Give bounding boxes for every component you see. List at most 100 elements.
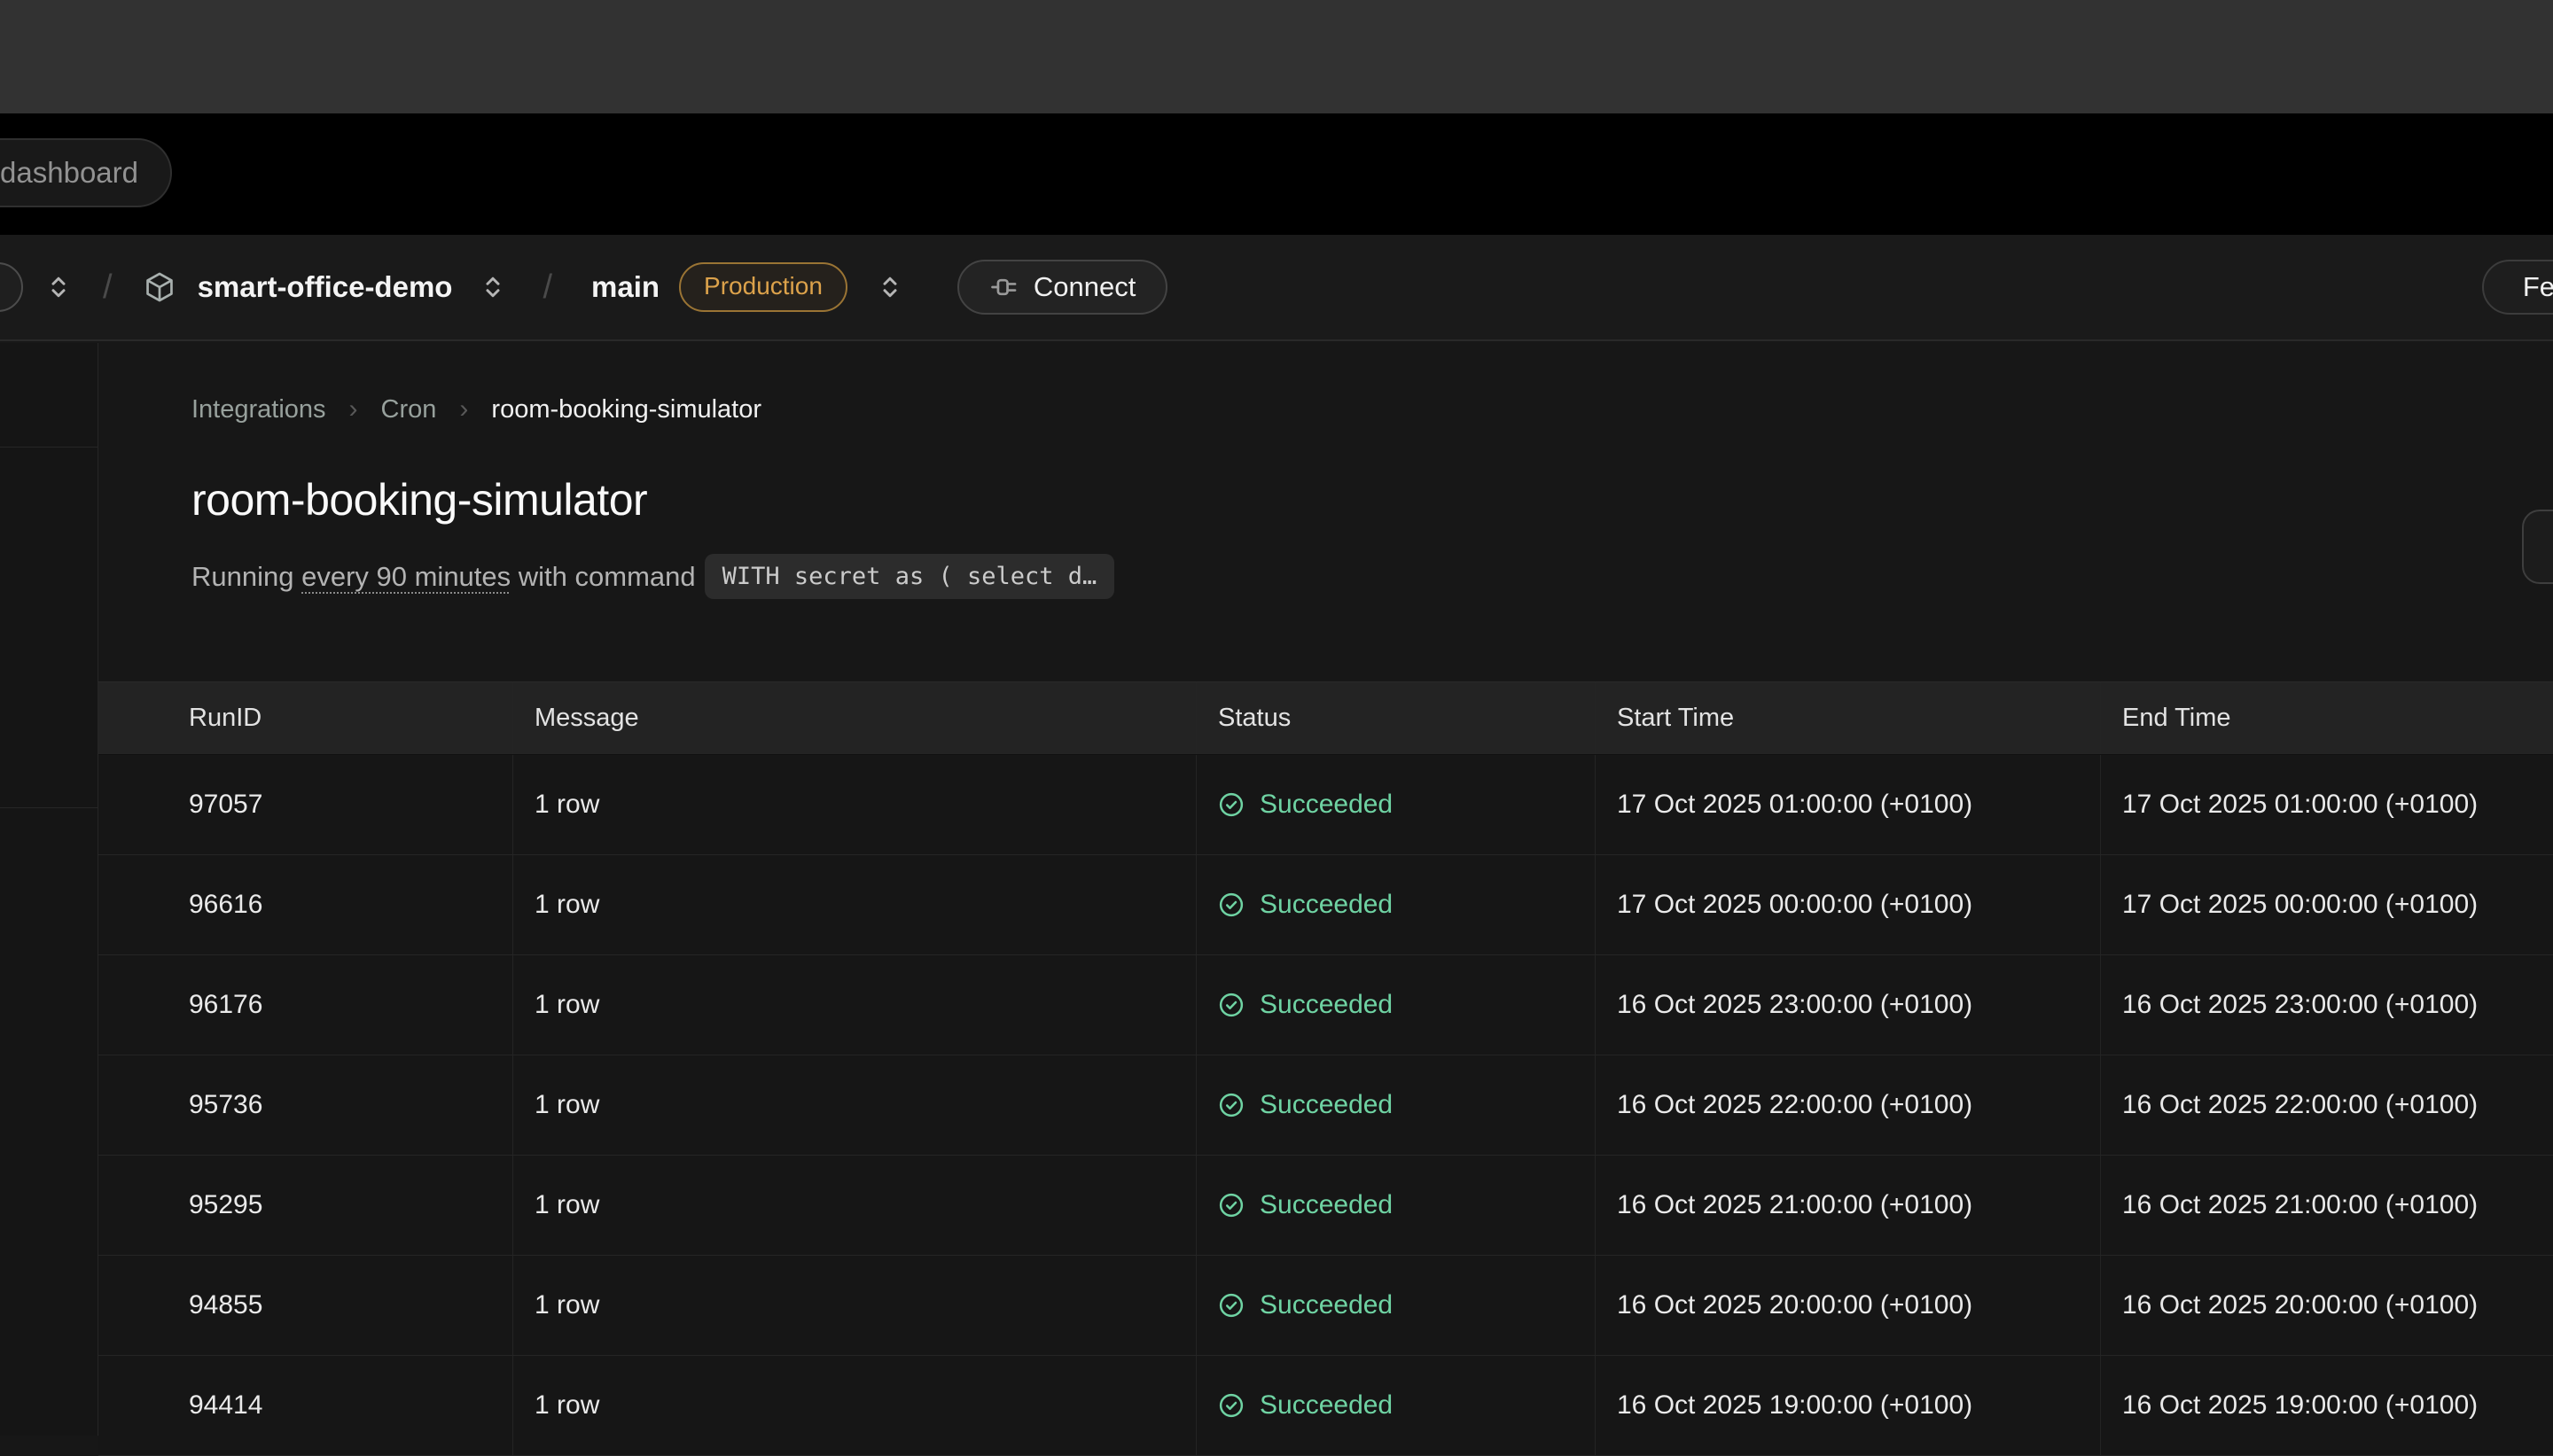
- table-row[interactable]: 96616 1 row Succeeded 17 Oct 2025 00:00:…: [98, 855, 2553, 955]
- breadcrumb-cron[interactable]: Cron: [381, 395, 437, 424]
- cell-end-time: 16 Oct 2025 19:00:00 (+0100): [2101, 1356, 2553, 1455]
- cell-status: Succeeded: [1197, 1356, 1596, 1455]
- connect-button[interactable]: Connect: [957, 260, 1167, 315]
- table-body: 97057 1 row Succeeded 17 Oct 2025 01:00:…: [98, 755, 2553, 1456]
- check-circle-icon: [1218, 1292, 1245, 1319]
- cell-message: 1 row: [513, 1356, 1197, 1455]
- breadcrumb-integrations[interactable]: Integrations: [191, 395, 326, 424]
- cell-message: 1 row: [513, 955, 1197, 1055]
- window-titlebar: [0, 0, 2553, 113]
- cell-message: 1 row: [513, 1256, 1197, 1355]
- check-circle-icon: [1218, 1392, 1245, 1419]
- breadcrumb: Integrations › Cron › room-booking-simul…: [191, 394, 761, 424]
- cell-start-time: 16 Oct 2025 19:00:00 (+0100): [1596, 1356, 2101, 1455]
- column-header-runid[interactable]: RunID: [98, 682, 513, 754]
- status-label: Succeeded: [1260, 1390, 1393, 1421]
- status-badge: Succeeded: [1218, 1190, 1393, 1220]
- sidebar-divider: [0, 807, 98, 808]
- cell-run-id: 94414: [98, 1356, 513, 1455]
- production-badge: Production: [679, 262, 847, 312]
- status-badge: Succeeded: [1218, 1390, 1393, 1421]
- command-snippet[interactable]: WITH secret as ( select d…: [705, 554, 1115, 599]
- status-badge: Succeeded: [1218, 890, 1393, 920]
- table-row[interactable]: 94414 1 row Succeeded 16 Oct 2025 19:00:…: [98, 1356, 2553, 1456]
- table-row[interactable]: 96176 1 row Succeeded 16 Oct 2025 23:00:…: [98, 955, 2553, 1055]
- cell-start-time: 17 Oct 2025 00:00:00 (+0100): [1596, 855, 2101, 954]
- status-badge: Succeeded: [1218, 790, 1393, 820]
- cell-end-time: 17 Oct 2025 01:00:00 (+0100): [2101, 755, 2553, 854]
- table-row[interactable]: 97057 1 row Succeeded 17 Oct 2025 01:00:…: [98, 755, 2553, 855]
- breadcrumb-current: room-booking-simulator: [491, 395, 761, 424]
- project-nav-bar: / smart-office-demo / main Production Co…: [0, 235, 2553, 341]
- cell-end-time: 16 Oct 2025 20:00:00 (+0100): [2101, 1256, 2553, 1355]
- status-label: Succeeded: [1260, 1090, 1393, 1120]
- cell-start-time: 16 Oct 2025 23:00:00 (+0100): [1596, 955, 2101, 1055]
- check-circle-icon: [1218, 892, 1245, 918]
- column-header-status[interactable]: Status: [1197, 682, 1596, 754]
- tab-dashboard[interactable]: dashboard: [0, 138, 172, 207]
- status-label: Succeeded: [1260, 890, 1393, 920]
- runs-table: RunID Message Status Start Time End Time…: [98, 681, 2553, 1456]
- table-row[interactable]: 95295 1 row Succeeded 16 Oct 2025 21:00:…: [98, 1156, 2553, 1256]
- breadcrumb-separator-icon: ›: [349, 394, 358, 424]
- edit-button[interactable]: [2522, 510, 2553, 584]
- status-label: Succeeded: [1260, 1190, 1393, 1220]
- check-circle-icon: [1218, 992, 1245, 1018]
- chevron-up-down-icon: [874, 271, 906, 303]
- check-circle-icon: [1218, 791, 1245, 818]
- column-header-start-time[interactable]: Start Time: [1596, 682, 2101, 754]
- breadcrumb-slash: /: [543, 269, 552, 307]
- table-row[interactable]: 94855 1 row Succeeded 16 Oct 2025 20:00:…: [98, 1256, 2553, 1356]
- cell-run-id: 96616: [98, 855, 513, 954]
- feedback-button[interactable]: Feedback: [2482, 260, 2553, 315]
- page-title: room-booking-simulator: [191, 474, 647, 526]
- cell-start-time: 16 Oct 2025 21:00:00 (+0100): [1596, 1156, 2101, 1255]
- breadcrumb-separator-icon: ›: [459, 394, 468, 424]
- left-sidebar: [0, 343, 98, 1436]
- cell-message: 1 row: [513, 755, 1197, 854]
- cell-message: 1 row: [513, 855, 1197, 954]
- project-switcher[interactable]: [477, 271, 509, 303]
- cell-run-id: 97057: [98, 755, 513, 854]
- org-switcher[interactable]: [43, 271, 74, 303]
- branch-name[interactable]: main: [591, 270, 660, 304]
- column-header-message[interactable]: Message: [513, 682, 1197, 754]
- feedback-label: Feedback: [2523, 271, 2553, 303]
- project-cube-icon: [143, 270, 176, 304]
- status-badge: Succeeded: [1218, 1290, 1393, 1320]
- cell-status: Succeeded: [1197, 1055, 1596, 1155]
- cell-status: Succeeded: [1197, 855, 1596, 954]
- content-panel: Integrations › Cron › room-booking-simul…: [98, 343, 2553, 1436]
- cell-end-time: 16 Oct 2025 22:00:00 (+0100): [2101, 1055, 2553, 1155]
- cell-end-time: 16 Oct 2025 23:00:00 (+0100): [2101, 955, 2553, 1055]
- page-subtitle: Running every 90 minutes with command WI…: [191, 554, 1114, 599]
- status-label: Succeeded: [1260, 990, 1393, 1020]
- table-row[interactable]: 95736 1 row Succeeded 16 Oct 2025 22:00:…: [98, 1055, 2553, 1156]
- sidebar-divider: [0, 447, 98, 448]
- status-badge: Succeeded: [1218, 990, 1393, 1020]
- project-name[interactable]: smart-office-demo: [198, 270, 453, 304]
- cell-status: Succeeded: [1197, 755, 1596, 854]
- cell-start-time: 17 Oct 2025 01:00:00 (+0100): [1596, 755, 2101, 854]
- cell-start-time: 16 Oct 2025 20:00:00 (+0100): [1596, 1256, 2101, 1355]
- branch-switcher[interactable]: [874, 271, 906, 303]
- connect-label: Connect: [1034, 271, 1136, 303]
- chevron-up-down-icon: [477, 271, 509, 303]
- table-header-row: RunID Message Status Start Time End Time: [98, 681, 2553, 755]
- breadcrumb-slash: /: [103, 269, 113, 307]
- column-header-end-time[interactable]: End Time: [2101, 682, 2553, 754]
- pencil-icon: [2549, 532, 2553, 562]
- cell-end-time: 16 Oct 2025 21:00:00 (+0100): [2101, 1156, 2553, 1255]
- cell-run-id: 96176: [98, 955, 513, 1055]
- check-circle-icon: [1218, 1092, 1245, 1118]
- check-circle-icon: [1218, 1192, 1245, 1219]
- status-badge: Succeeded: [1218, 1090, 1393, 1120]
- status-label: Succeeded: [1260, 1290, 1393, 1320]
- org-avatar[interactable]: [0, 262, 23, 312]
- plug-icon: [989, 272, 1019, 302]
- tab-dashboard-label: dashboard: [0, 156, 138, 190]
- subtitle-middle: with command: [511, 561, 695, 593]
- cell-start-time: 16 Oct 2025 22:00:00 (+0100): [1596, 1055, 2101, 1155]
- main-area: Integrations › Cron › room-booking-simul…: [0, 343, 2553, 1436]
- cell-run-id: 95295: [98, 1156, 513, 1255]
